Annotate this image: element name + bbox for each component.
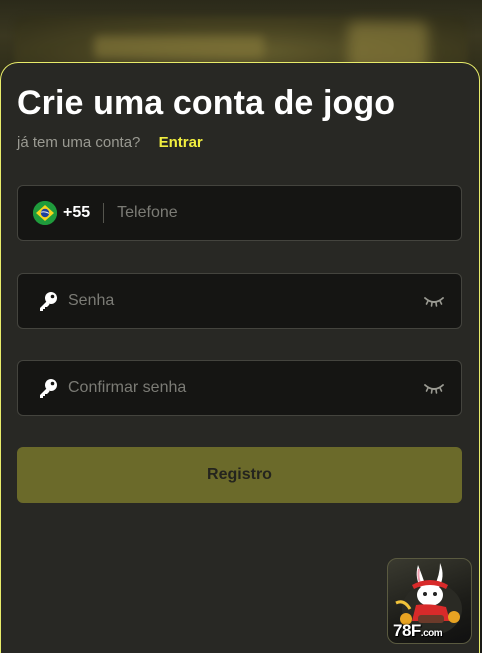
brand-logo[interactable]: 78F.com [387,558,472,644]
register-button[interactable]: Registro [17,447,462,503]
country-code[interactable]: +55 [63,204,90,222]
have-account-text: já tem uma conta? [17,134,141,151]
password-field[interactable] [17,273,462,329]
page-title: Crie uma conta de jogo [17,84,396,122]
field-divider [103,203,105,223]
key-icon [40,379,57,398]
login-prompt: já tem uma conta? Entrar [17,134,203,151]
eye-closed-icon[interactable] [424,295,444,307]
page-root: Crie uma conta de jogo já tem uma conta?… [0,0,482,653]
key-icon [40,292,57,311]
phone-field[interactable]: +55 [17,185,462,241]
confirm-password-field[interactable] [17,360,462,416]
phone-input[interactable] [117,204,461,222]
eye-closed-icon[interactable] [424,382,444,394]
brazil-flag-icon [33,201,57,225]
brand-logo-text: 78F.com [393,621,443,640]
confirm-password-input[interactable] [68,379,424,397]
password-input[interactable] [68,292,424,310]
login-link[interactable]: Entrar [159,134,203,151]
